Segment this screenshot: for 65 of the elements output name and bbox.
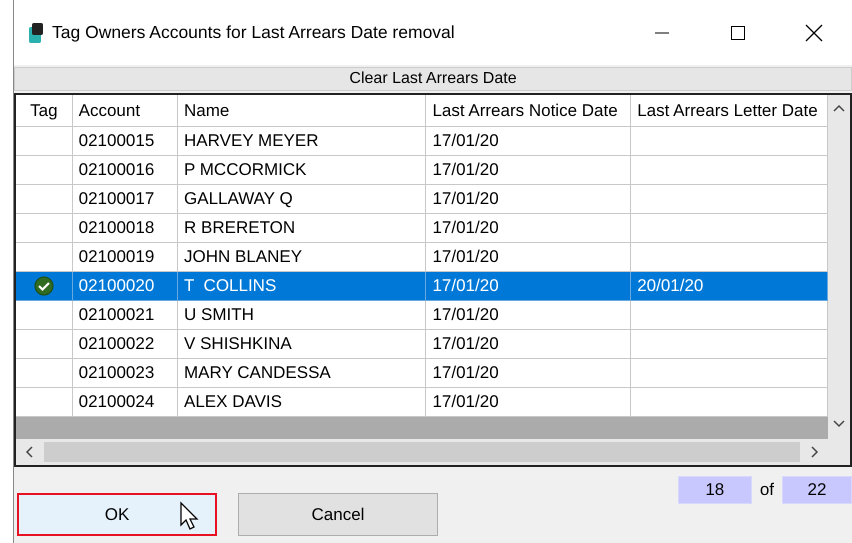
scroll-right-icon[interactable]	[810, 446, 820, 458]
check-icon[interactable]	[34, 276, 54, 296]
table-cell: 02100024	[72, 388, 178, 417]
column-header[interactable]: Name	[178, 95, 426, 127]
tag-cell[interactable]	[16, 359, 73, 388]
window-title: Tag Owners Accounts for Last Arrears Date removal	[52, 22, 456, 43]
ok-button[interactable]: OK	[17, 493, 217, 536]
cancel-button[interactable]: Cancel	[238, 493, 438, 536]
table-cell: 17/01/20	[426, 330, 632, 359]
scroll-down-icon[interactable]	[833, 419, 845, 429]
table-cell: HARVEY MEYER	[178, 127, 426, 156]
table-cell: V SHISHKINA	[178, 330, 426, 359]
tag-cell[interactable]	[16, 243, 73, 272]
table-cell: 02100021	[72, 301, 178, 330]
table-cell: P MCCORMICK	[178, 156, 426, 185]
table-cell: 17/01/20	[426, 301, 632, 330]
table-cell: 02100020	[72, 272, 178, 301]
table-cell: 17/01/20	[426, 156, 632, 185]
table-cell: 17/01/20	[426, 243, 632, 272]
table-cell: 02100016	[72, 156, 178, 185]
table-cell: 02100018	[72, 214, 178, 243]
table-cell: 17/01/20	[426, 185, 632, 214]
table-cell: MARY CANDESSA	[178, 359, 426, 388]
scroll-left-icon[interactable]	[24, 446, 34, 458]
table-cell: 17/01/20	[426, 272, 632, 301]
horizontal-scrollbar[interactable]	[16, 439, 850, 465]
table-cell: 02100019	[72, 243, 178, 272]
tag-cell[interactable]	[16, 301, 73, 330]
scroll-up-icon[interactable]	[833, 103, 845, 113]
of-label: of	[760, 480, 774, 500]
column-header[interactable]: Account	[72, 95, 178, 127]
tag-cell[interactable]	[16, 388, 73, 417]
tag-cell[interactable]	[16, 272, 73, 301]
column-header[interactable]: Last Arrears Notice Date	[426, 95, 632, 127]
mouse-cursor-icon	[179, 501, 201, 531]
table-cell: 02100017	[72, 185, 178, 214]
table-cell: GALLAWAY Q	[178, 185, 426, 214]
tag-cell[interactable]	[16, 214, 73, 243]
table-cell: JOHN BLANEY	[178, 243, 426, 272]
table-cell: 02100022	[72, 330, 178, 359]
table-cell: 17/01/20	[426, 388, 632, 417]
vertical-scrollbar[interactable]	[828, 95, 850, 439]
selected-row[interactable]: 02100020 T COLLINS 17/01/20 20/01/20	[16, 272, 828, 301]
tag-cell[interactable]	[16, 127, 73, 156]
maximize-icon[interactable]	[730, 24, 746, 40]
table-cell: ALEX DAVIS	[178, 388, 426, 417]
total-records-field: 22	[782, 476, 852, 504]
column-header[interactable]: Last Arrears Letter Date	[631, 95, 828, 127]
table-cell: 17/01/20	[426, 127, 632, 156]
table-cell: U SMITH	[178, 301, 426, 330]
table-cell: 17/01/20	[426, 214, 632, 243]
table-cell: 20/01/20	[631, 272, 828, 301]
table-cell: 02100023	[72, 359, 178, 388]
table-cell: 02100015	[72, 127, 178, 156]
close-icon[interactable]	[805, 24, 823, 42]
app-icon	[28, 22, 44, 44]
tag-cell[interactable]	[16, 185, 73, 214]
tag-cell[interactable]	[16, 330, 73, 359]
current-record-field: 18	[678, 476, 752, 504]
table-cell: 17/01/20	[426, 359, 632, 388]
tag-cell[interactable]	[16, 156, 73, 185]
table-cell: T COLLINS	[178, 272, 426, 301]
column-header[interactable]: Tag	[16, 95, 73, 127]
table-cell: R BRERETON	[178, 214, 426, 243]
grid-caption: Clear Last Arrears Date	[14, 67, 852, 91]
